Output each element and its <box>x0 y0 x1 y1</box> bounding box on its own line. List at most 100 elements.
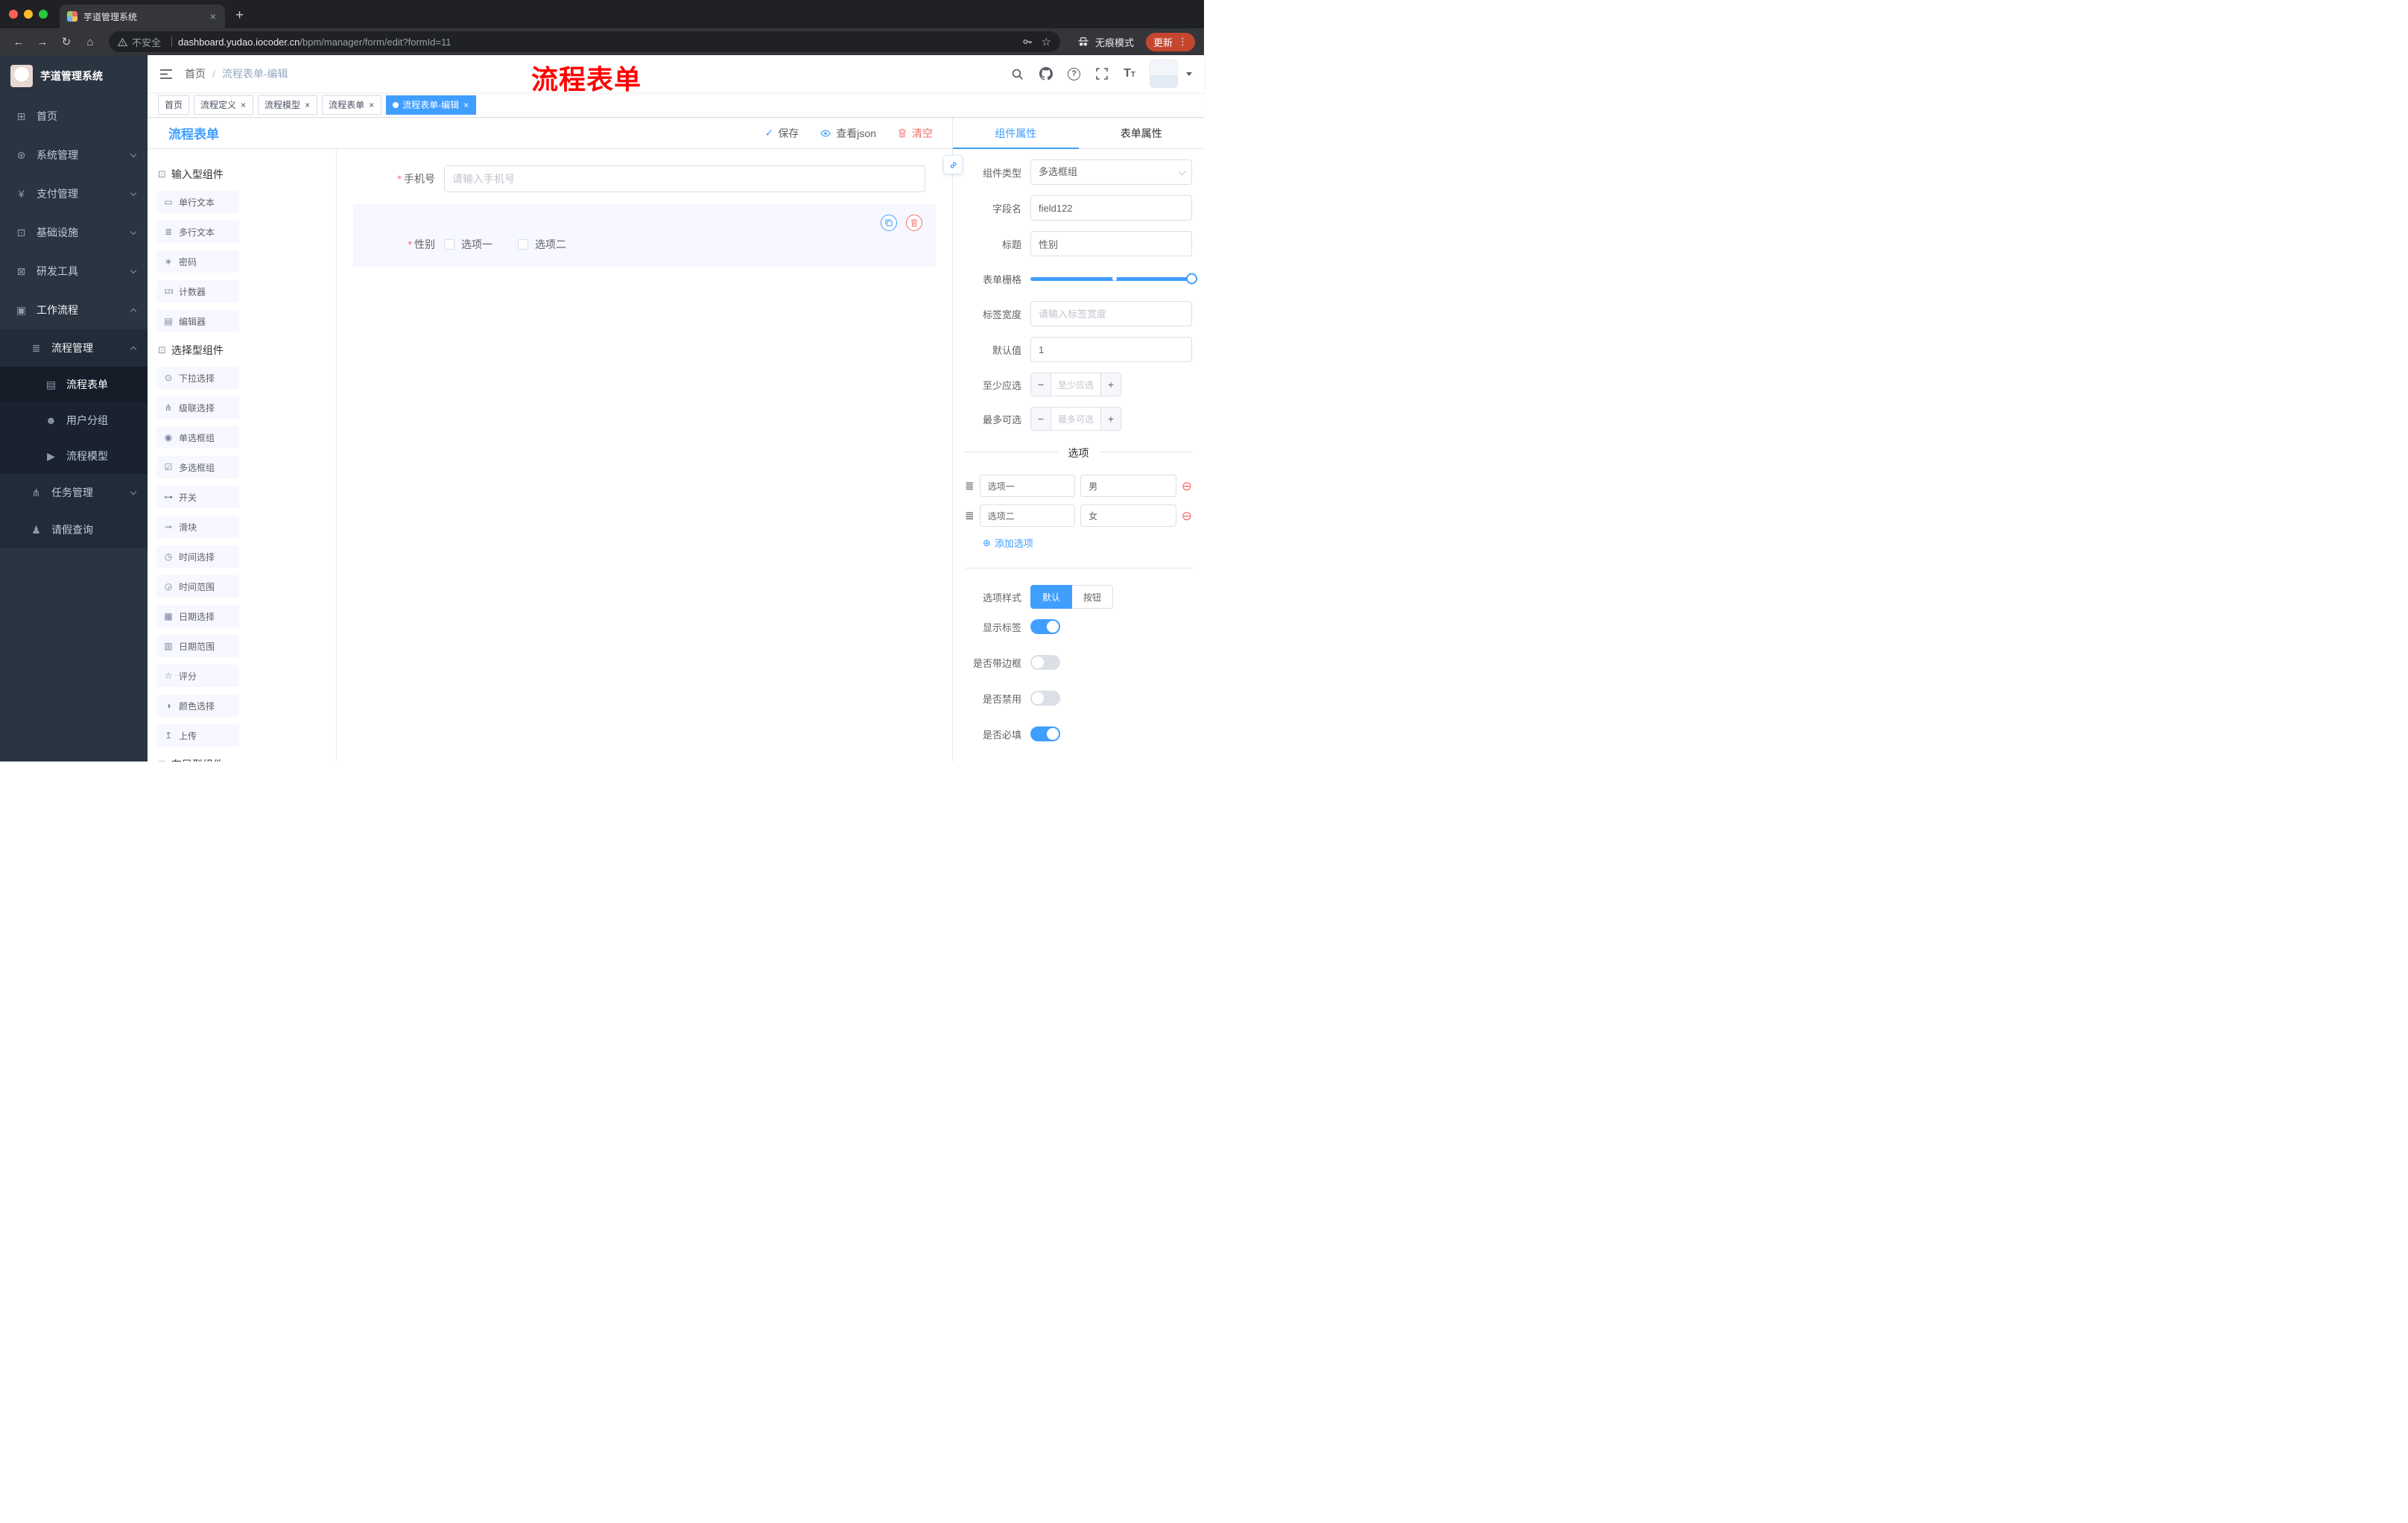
chip-multi-line-text[interactable]: ≣ 多行文本 <box>156 221 239 243</box>
chip-date-picker[interactable]: ▦ 日期选择 <box>156 605 239 627</box>
sidebar-item-user-groups[interactable]: ☻ 用户分组 <box>0 402 148 438</box>
help-icon[interactable]: ? <box>1068 67 1081 80</box>
tag-close-icon[interactable]: × <box>368 101 375 110</box>
github-icon[interactable] <box>1039 66 1054 81</box>
stepper-placeholder[interactable]: 至少应选 <box>1051 373 1100 396</box>
sidebar-item-task-management[interactable]: ⋔ 任务管理 <box>0 474 148 511</box>
chip-color-picker[interactable]: ◑ 颜色选择 <box>156 694 239 717</box>
chip-counter[interactable]: 123 计数器 <box>156 280 239 303</box>
required-switch[interactable] <box>1030 726 1060 741</box>
option-name-input[interactable] <box>979 475 1076 497</box>
increase-button[interactable]: + <box>1100 373 1121 396</box>
maximize-window-button[interactable] <box>39 10 48 19</box>
tab-component-props[interactable]: 组件属性 <box>953 118 1079 149</box>
new-tab-button[interactable]: + <box>235 8 244 22</box>
security-label[interactable]: 不安全 <box>132 35 161 49</box>
canvas-field-gender-selected[interactable]: * 性别 选项一 选项二 <box>353 204 936 267</box>
home-icon[interactable]: ⌂ <box>80 37 100 48</box>
sidebar-item-system[interactable]: ⊛ 系统管理 <box>0 136 148 174</box>
chip-time-range[interactable]: ◶ 时间范围 <box>156 575 239 598</box>
tag-process-definition[interactable]: 流程定义 × <box>194 95 254 115</box>
chip-upload[interactable]: ↥ 上传 <box>156 724 239 747</box>
font-size-icon[interactable]: TT <box>1124 68 1135 80</box>
field-name-input[interactable] <box>1030 195 1192 221</box>
slider-knob[interactable] <box>1186 273 1197 285</box>
decrease-button[interactable]: − <box>1031 408 1051 430</box>
form-canvas[interactable]: *手机号 *性别 <box>337 149 952 762</box>
chip-rate[interactable]: ☆ 评分 <box>156 665 239 687</box>
reload-icon[interactable]: ↻ <box>57 37 76 48</box>
option-value-input[interactable] <box>1080 504 1176 527</box>
minimize-window-button[interactable] <box>24 10 33 19</box>
sidebar-item-process-model[interactable]: ▶ 流程模型 <box>0 438 148 474</box>
tag-close-icon[interactable]: × <box>240 101 247 110</box>
chip-cascader[interactable]: ⋔ 级联选择 <box>156 396 239 419</box>
tab-close-icon[interactable]: × <box>209 10 218 22</box>
delete-component-button[interactable] <box>906 215 922 231</box>
drag-handle-icon[interactable]: ≣ <box>965 509 975 522</box>
tag-close-icon[interactable]: × <box>304 101 311 110</box>
style-default-button[interactable]: 默认 <box>1030 585 1073 609</box>
breadcrumb-home[interactable]: 首页 <box>185 66 206 81</box>
phone-input[interactable] <box>444 165 925 192</box>
label-width-input[interactable] <box>1030 301 1192 326</box>
component-type-select[interactable]: 多选框组 <box>1030 159 1192 185</box>
forward-icon[interactable]: → <box>33 37 52 48</box>
back-icon[interactable]: ← <box>9 37 28 48</box>
chip-checkbox-group[interactable]: ☑ 多选框组 <box>156 456 239 478</box>
save-button[interactable]: ✓ 保存 <box>765 126 799 141</box>
decrease-button[interactable]: − <box>1031 373 1051 396</box>
sidebar-item-devtools[interactable]: ⊠ 研发工具 <box>0 252 148 291</box>
hamburger-icon[interactable] <box>159 69 173 80</box>
view-json-button[interactable]: 查看json <box>820 126 876 141</box>
sidebar-logo[interactable]: 芋道管理系统 <box>0 55 148 97</box>
clear-button[interactable]: 清空 <box>897 126 933 141</box>
tag-process-model[interactable]: 流程模型 × <box>258 95 318 115</box>
grid-slider[interactable] <box>1030 267 1197 291</box>
sidebar-item-process-management[interactable]: ≣ 流程管理 <box>0 329 148 367</box>
browser-menu-icon[interactable]: ⋮ <box>1178 36 1188 48</box>
tag-home[interactable]: 首页 <box>158 95 190 115</box>
tag-process-form[interactable]: 流程表单 × <box>322 95 382 115</box>
sidebar-item-payment[interactable]: ¥ 支付管理 <box>0 174 148 213</box>
update-button[interactable]: 更新 ⋮ <box>1145 32 1195 51</box>
sidebar-item-workflow[interactable]: ▣ 工作流程 <box>0 291 148 329</box>
chip-editor[interactable]: ▤ 编辑器 <box>156 310 239 332</box>
border-switch[interactable] <box>1030 655 1060 670</box>
chip-single-line-text[interactable]: ▭ 单行文本 <box>156 191 239 213</box>
disabled-switch[interactable] <box>1030 691 1060 706</box>
show-label-switch[interactable] <box>1030 619 1060 634</box>
default-value-input[interactable] <box>1030 337 1192 362</box>
stepper-placeholder[interactable]: 最多可选 <box>1051 408 1100 430</box>
remove-option-icon[interactable]: ⊖ <box>1182 510 1192 522</box>
chip-radio-group[interactable]: ◉ 单选框组 <box>156 426 239 449</box>
sidebar-item-leave-query[interactable]: ♟ 请假查询 <box>0 511 148 548</box>
browser-tab[interactable]: 芋道管理系统 × <box>60 4 225 28</box>
drag-handle-icon[interactable]: ≣ <box>965 479 975 493</box>
style-button-button[interactable]: 按钮 <box>1072 585 1114 609</box>
chip-slider[interactable]: ⊸ 滑块 <box>156 516 239 538</box>
option-name-input[interactable] <box>979 504 1076 527</box>
chip-dropdown[interactable]: ⊙ 下拉选择 <box>156 367 239 389</box>
tab-form-props[interactable]: 表单属性 <box>1079 118 1205 148</box>
fullscreen-icon[interactable] <box>1094 66 1109 81</box>
canvas-field-phone[interactable]: * 手机号 <box>353 161 936 197</box>
title-input[interactable] <box>1030 231 1192 256</box>
chip-time-picker[interactable]: ◷ 时间选择 <box>156 545 239 568</box>
avatar[interactable] <box>1150 60 1178 88</box>
copy-component-button[interactable] <box>881 215 897 231</box>
increase-button[interactable]: + <box>1100 408 1121 430</box>
close-window-button[interactable] <box>9 10 18 19</box>
caret-down-icon[interactable] <box>1186 72 1192 76</box>
checkbox-option-1[interactable]: 选项一 <box>444 237 492 252</box>
chip-switch[interactable]: ⊶ 开关 <box>156 486 239 508</box>
option-value-input[interactable] <box>1080 475 1176 497</box>
checkbox-option-2[interactable]: 选项二 <box>518 237 566 252</box>
chip-password[interactable]: ∗ 密码 <box>156 250 239 273</box>
bookmark-star-icon[interactable]: ☆ <box>1042 35 1051 48</box>
remove-option-icon[interactable]: ⊖ <box>1182 480 1192 493</box>
tag-close-icon[interactable]: × <box>463 101 469 110</box>
sidebar-item-process-form[interactable]: ▤ 流程表单 <box>0 367 148 402</box>
sidebar-item-infrastructure[interactable]: ⊡ 基础设施 <box>0 213 148 252</box>
address-bar[interactable]: 不安全 dashboard.yudao.iocoder.cn /bpm/mana… <box>109 31 1060 52</box>
